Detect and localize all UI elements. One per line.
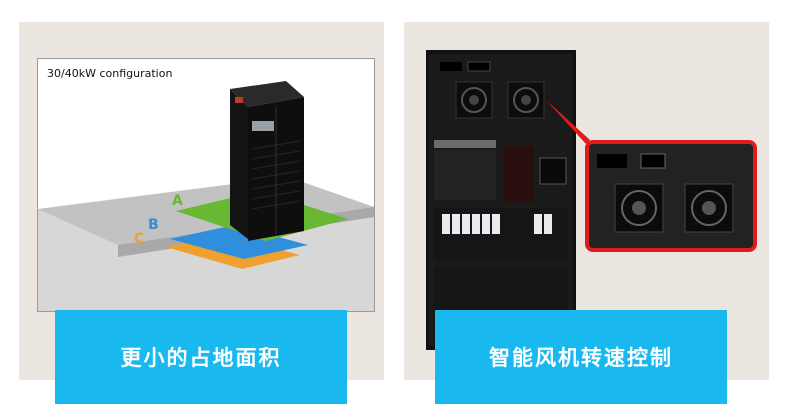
fan-closeup-highlight [585, 140, 757, 252]
footprint-label-a: A [172, 193, 183, 209]
ups-footprint-image: A B C 30/40kW configuration [37, 58, 375, 312]
footprint-banner: 更小的占地面积 [55, 310, 347, 404]
configuration-label: 30/40kW configuration [47, 67, 173, 80]
rear-fan-left [455, 81, 493, 119]
closeup-fan-left [614, 183, 664, 233]
ups-footprint-illustration: A B C [38, 81, 374, 311]
fan-control-banner: 智能风机转速控制 [435, 310, 727, 404]
footprint-label-c: C [134, 231, 144, 247]
footprint-label-b: B [148, 217, 159, 233]
closeup-fan-right [684, 183, 734, 233]
fan-closeup-image [589, 144, 753, 248]
rear-fan-right [507, 81, 545, 119]
ups-cabinet [230, 81, 304, 241]
